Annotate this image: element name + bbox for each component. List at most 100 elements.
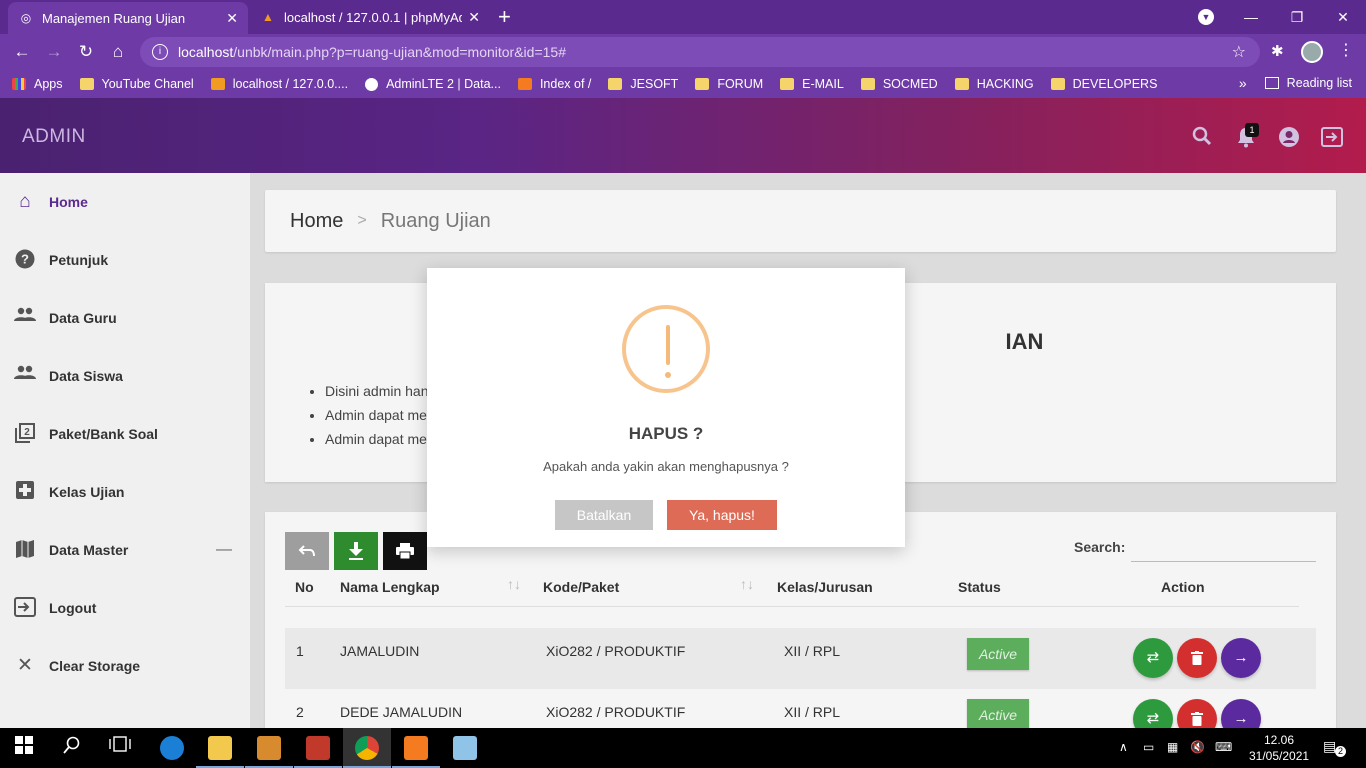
confirm-delete-button[interactable]: Ya, hapus! [667,500,777,530]
bookmarks-right: » Reading list [1239,75,1352,91]
swap-button[interactable]: ⇄ [1133,638,1173,678]
collapse-icon[interactable]: — [216,541,232,559]
browser-tab-inactive[interactable]: ▲ localhost / 127.0.0.1 | phpMyAdmin ✕ [250,0,490,34]
sidebar-item-petunjuk[interactable]: ? Petunjuk [0,231,250,289]
battery-icon[interactable]: ▭ [1143,740,1154,754]
bookmark-youtube[interactable]: YouTube Chanel [79,77,194,91]
sidebar-item-label: Clear Storage [49,658,141,674]
sidebar-item-logout[interactable]: Logout [0,579,250,637]
info-item: Admin dapat me [325,427,429,451]
reload-icon[interactable]: ↻ [74,40,98,64]
tab-close-icon[interactable]: ✕ [468,9,480,26]
folder-icon [780,78,795,90]
people-icon [14,365,36,387]
column-header-status[interactable]: Status [958,579,1001,595]
bookmark-localhost[interactable]: localhost / 127.0.0.... [210,77,348,91]
bookmark-email[interactable]: E-MAIL [780,77,844,91]
folder-icon [1050,78,1065,90]
breadcrumb-home[interactable]: Home [290,210,343,233]
action-center-icon[interactable]: ▤ 2 [1323,738,1346,758]
column-header-nama[interactable]: Nama Lengkap [340,579,440,595]
column-header-no[interactable]: No [295,579,314,595]
brand-title[interactable]: ADMIN [22,126,86,148]
status-badge[interactable]: Active [967,638,1029,670]
status-badge[interactable]: Active [967,699,1029,731]
windows-start-icon[interactable] [12,736,36,760]
bookmark-apps[interactable]: Apps [12,77,63,91]
undo-button[interactable] [285,532,329,570]
account-icon[interactable] [1277,126,1301,154]
column-header-kelas[interactable]: Kelas/Jurusan [777,579,873,595]
file-explorer-app-icon[interactable] [196,728,244,768]
sort-icon[interactable]: ↑↓ [507,576,521,592]
bookmark-star-icon[interactable]: ☆ [1232,42,1246,62]
sidebar-item-paket-bank-soal[interactable]: 2 Paket/Bank Soal [0,405,250,463]
search-taskbar-icon[interactable] [60,736,84,760]
sidebar-item-data-guru[interactable]: Data Guru [0,289,250,347]
clock-time: 12.06 [1263,733,1295,747]
filter-2-icon: 2 [14,423,36,445]
sidebar-item-home[interactable]: ⌂ Home [0,173,250,231]
chrome-app-icon[interactable] [343,728,391,768]
restore-icon[interactable]: ❐ [1274,9,1320,26]
clock-date: 31/05/2021 [1249,749,1310,763]
filezilla-app-icon[interactable] [294,728,342,768]
exit-icon [14,597,36,619]
task-view-icon[interactable] [108,736,132,760]
help-icon: ? [14,249,36,271]
folder-icon [608,78,623,90]
globe-icon [365,77,379,91]
dialog-title: HAPUS ? [628,424,704,443]
tray-chevron-icon[interactable]: ∧ [1119,740,1128,754]
search-input[interactable] [1131,534,1316,562]
delete-button[interactable] [1177,638,1217,678]
search-icon[interactable] [1190,126,1214,152]
edge-app-icon[interactable] [148,728,196,768]
notepad-app-icon[interactable] [441,728,489,768]
info-title-visible: IAN [1005,329,1044,354]
forward-button[interactable]: → [1221,638,1261,678]
system-clock[interactable]: 12.06 31/05/2021 [1249,732,1309,764]
new-tab-icon[interactable]: + [498,4,511,30]
bookmark-index[interactable]: Index of / [517,77,591,91]
browser-menu-icon[interactable]: ⋮ [1338,40,1354,60]
reading-list-button[interactable]: Reading list [1287,76,1352,90]
sidebar-item-data-master[interactable]: Data Master — [0,521,250,579]
home-browser-icon[interactable]: ⌂ [106,40,130,64]
bookmark-hacking[interactable]: HACKING [954,77,1034,91]
window-controls: — ❐ ✕ [1228,0,1366,34]
minimize-icon[interactable]: — [1228,9,1274,25]
xampp-app-icon[interactable] [392,728,440,768]
print-button[interactable] [383,532,427,570]
tab-close-icon[interactable]: ✕ [226,10,238,27]
window-close-icon[interactable]: ✕ [1320,9,1366,26]
warning-icon-dot [665,372,671,378]
more-bookmarks-icon[interactable]: » [1239,75,1247,91]
profile-avatar[interactable] [1301,41,1323,63]
cancel-button[interactable]: Batalkan [555,500,653,530]
sort-icon[interactable]: ↑↓ [740,576,754,592]
extensions-icon[interactable]: ✱ [1271,42,1284,60]
bookmark-socmed[interactable]: SOCMED [860,77,938,91]
address-bar[interactable]: i localhost/unbk/main.php?p=ruang-ujian&… [140,37,1260,67]
volume-mute-icon[interactable]: 🔇 [1190,740,1205,754]
sidebar-item-clear-storage[interactable]: ✕ Clear Storage [0,637,250,695]
network-icon[interactable]: ▦ [1167,740,1178,754]
keyboard-icon[interactable]: ⌨ [1215,740,1232,754]
bookmark-forum[interactable]: FORUM [695,77,763,91]
browser-tab-active[interactable]: ◎ Manajemen Ruang Ujian ✕ [8,2,248,34]
forward-icon[interactable]: → [42,40,66,64]
download-button[interactable] [334,532,378,570]
reading-list-icon [1264,77,1279,89]
column-header-kode[interactable]: Kode/Paket [543,579,619,595]
tab-search-icon[interactable]: ▼ [1198,9,1214,25]
bookmark-adminlte[interactable]: AdminLTE 2 | Data... [365,77,501,91]
logout-icon[interactable] [1320,126,1344,154]
sidebar-item-kelas-ujian[interactable]: Kelas Ujian [0,463,250,521]
bookmark-jesoft[interactable]: JESOFT [608,77,678,91]
sidebar-item-data-siswa[interactable]: Data Siswa [0,347,250,405]
sublime-app-icon[interactable] [245,728,293,768]
site-info-icon[interactable]: i [152,44,168,60]
back-icon[interactable]: ← [10,40,34,64]
bookmark-developers[interactable]: DEVELOPERS [1050,77,1157,91]
